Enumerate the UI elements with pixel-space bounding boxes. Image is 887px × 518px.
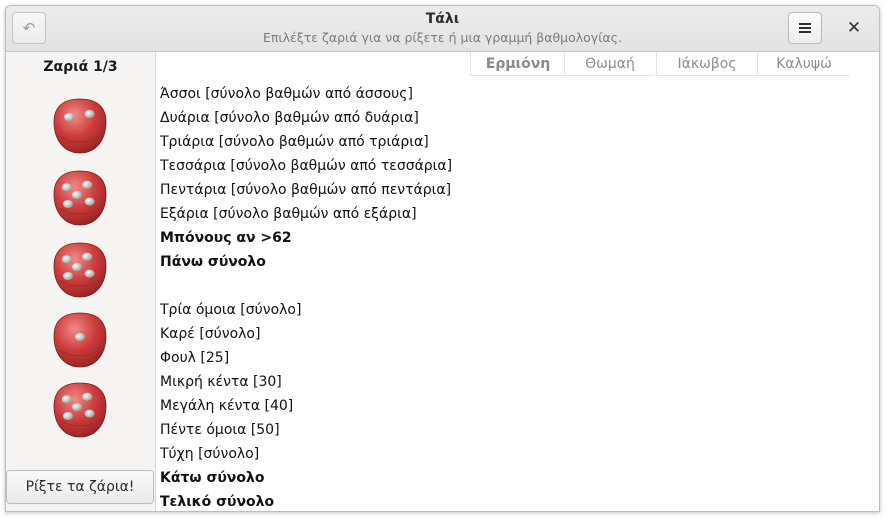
- window-title: Τάλι: [425, 11, 460, 27]
- close-button[interactable]: ✕: [838, 12, 870, 44]
- title-area: Τάλι Επιλέξτε ζαριά για να ρίξετε ή μια …: [6, 11, 879, 46]
- menu-button[interactable]: [788, 12, 822, 44]
- player-column-2: Ιάκωβος: [656, 52, 757, 76]
- roll-dice-button[interactable]: Ρίξτε τα ζάρια!: [6, 470, 154, 504]
- score-row[interactable]: Εξάρια [σύνολο βαθμών από εξάρια]: [160, 202, 417, 226]
- window-subtitle: Επιλέξτε ζαριά για να ρίξετε ή μια γραμμ…: [263, 30, 622, 45]
- score-row[interactable]: Τριάρια [σύνολο βαθμών από τριάρια]: [160, 130, 429, 154]
- roll-count-label: Ζαριά 1/3: [43, 59, 118, 75]
- score-row[interactable]: Δυάρια [σύνολο βαθμών από δυάρια]: [160, 106, 419, 130]
- score-row[interactable]: Άσσοι [σύνολο βαθμών από άσσους]: [160, 82, 413, 106]
- dice-sidebar: Ζαριά 1/3 Ρίξτε τα ζάρια!: [6, 52, 156, 511]
- close-icon: ✕: [846, 18, 862, 38]
- die-2[interactable]: [50, 168, 110, 228]
- die-1[interactable]: [50, 96, 110, 156]
- score-row[interactable]: Πέντε όμοια [50]: [160, 418, 280, 442]
- score-table: Ερμιόνη Θωμαή Ιάκωβος Καλυψώ Άσσοι [σύνολο …: [156, 52, 879, 511]
- score-row[interactable]: Πεντάρια [σύνολο βαθμών από πεντάρια]: [160, 178, 451, 202]
- player-column-3: Καλυψώ: [757, 52, 850, 76]
- score-row[interactable]: Κάτω σύνολο: [160, 466, 264, 490]
- score-row[interactable]: Τεσσάρια [σύνολο βαθμών από τεσσάρια]: [160, 154, 452, 178]
- score-row[interactable]: Μικρή κέντα [30]: [160, 370, 282, 394]
- player-column-0: Ερμιόνη: [470, 52, 565, 76]
- score-row[interactable]: Μεγάλη κέντα [40]: [160, 394, 293, 418]
- die-3[interactable]: [50, 240, 110, 300]
- die-5[interactable]: [50, 380, 110, 440]
- score-row[interactable]: Πάνω σύνολο: [160, 250, 266, 274]
- hamburger-menu-icon: [799, 23, 811, 33]
- score-row[interactable]: Φουλ [25]: [160, 346, 229, 370]
- score-row[interactable]: Μπόνους αν >62: [160, 226, 292, 250]
- score-row[interactable]: Τρία όμοια [σύνολο]: [160, 298, 301, 322]
- player-column-1: Θωμαή: [564, 52, 655, 76]
- score-row[interactable]: Τύχη [σύνολο]: [160, 442, 259, 466]
- score-row[interactable]: Καρέ [σύνολο]: [160, 322, 260, 346]
- app-window: ↶ Τάλι Επιλέξτε ζαριά για να ρίξετε ή μι…: [5, 5, 880, 512]
- die-4[interactable]: [50, 310, 110, 370]
- score-row[interactable]: Τελικό σύνολο: [160, 490, 274, 511]
- header-bar: ↶ Τάλι Επιλέξτε ζαριά για να ρίξετε ή μι…: [6, 6, 879, 52]
